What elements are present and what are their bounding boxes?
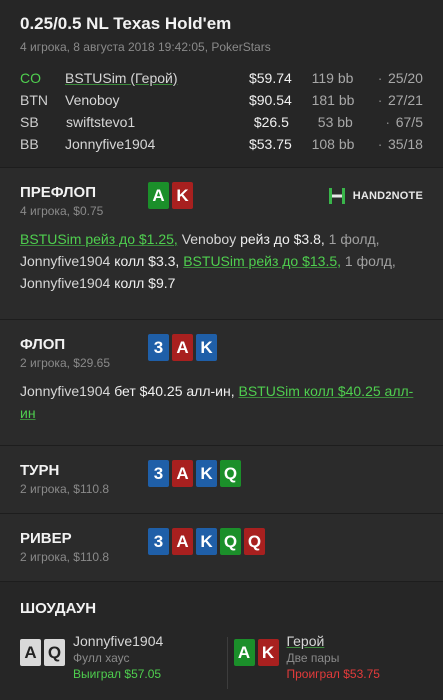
action-player: Jonnyfive1904 <box>20 383 111 399</box>
player-row: BTN Venoboy $90.54 181 bb · 27/21 <box>20 89 423 111</box>
action-text: колл $3.3, <box>114 253 180 269</box>
preflop-section: ПРЕФЛОП 4 игрока, $0.75 A K HAND2NOTE BS… <box>0 168 443 320</box>
hole-cards: A K <box>148 182 193 209</box>
card: A <box>148 182 169 209</box>
showdown-result: Выиграл $57.05 <box>73 667 162 681</box>
separator-dot: · <box>377 70 383 86</box>
card: Q <box>220 528 241 555</box>
hand2note-icon <box>328 188 345 204</box>
action-hero[interactable]: BSTUSim рейз до $1.25, <box>20 231 178 247</box>
player-position: SB <box>20 114 39 130</box>
card: Q <box>44 639 65 666</box>
hand2note-label: HAND2NOTE <box>352 190 423 202</box>
action-hero[interactable]: BSTUSim рейз до $13.5, <box>183 253 341 269</box>
separator-dot: · <box>377 136 383 152</box>
player-bb: 53 bb <box>317 114 353 130</box>
player-stats: 25/20 <box>387 70 423 86</box>
action-text: рейз до $3.8, <box>240 231 325 247</box>
preflop-actions: BSTUSim рейз до $1.25, Venoboy рейз до $… <box>0 218 443 308</box>
card: A <box>20 639 41 666</box>
card: K <box>196 528 217 555</box>
player-name-link[interactable]: BSTUSim (Герой) <box>65 70 249 86</box>
board-cards: 3 A K <box>148 334 217 361</box>
player-stats: 67/5 <box>395 114 423 130</box>
player-row: BB Jonnyfive1904 $53.75 108 bb · 35/18 <box>20 133 423 155</box>
card: 3 <box>148 460 169 487</box>
player-bb: 108 bb <box>311 136 355 152</box>
street-title: ПРЕФЛОП <box>20 184 96 201</box>
action-text: колл $9.7 <box>114 275 176 291</box>
showdown-hero: A K Герой Две пары Проиграл $53.75 <box>210 633 424 681</box>
action-fold: 1 фолд, <box>328 231 380 247</box>
street-meta: 2 игрока, $110.8 <box>20 550 110 564</box>
showdown-title: ШОУДАУН <box>20 600 97 617</box>
players-table: CO BSTUSim (Герой) $59.74 119 bb · 25/20… <box>20 67 423 155</box>
player-row: SB swiftstevo1 $26.5 53 bb · 67/5 <box>20 111 423 133</box>
card: K <box>196 334 217 361</box>
player-bb: 119 bb <box>311 70 354 86</box>
villain-cards: A Q <box>20 639 65 681</box>
street-title: РИВЕР <box>20 530 72 547</box>
flop-actions: Jonnyfive1904 бет $40.25 алл-ин, BSTUSim… <box>0 370 443 438</box>
action-fold: 1 фолд, <box>344 253 396 269</box>
player-bb: 181 bb <box>311 92 355 108</box>
player-position: CO <box>20 70 41 86</box>
separator-dot: · <box>377 92 383 108</box>
card: Q <box>244 528 265 555</box>
hand-header: 0.25/0.5 NL Texas Hold'em 4 игрока, 8 ав… <box>0 0 443 168</box>
game-title: 0.25/0.5 NL Texas Hold'em <box>20 14 232 33</box>
player-stats: 27/21 <box>387 92 423 108</box>
action-player: Jonnyfive1904 <box>20 253 111 269</box>
showdown-hero-name[interactable]: Герой <box>287 633 380 649</box>
showdown-hand: Фулл хаус <box>73 651 130 665</box>
street-meta: 2 игрока, $110.8 <box>20 482 110 496</box>
board-cards: 3 A K Q <box>148 460 241 487</box>
card: 3 <box>148 528 169 555</box>
flop-section: ФЛОП 2 игрока, $29.65 3 A K Jonnyfive190… <box>0 320 443 446</box>
card: K <box>172 182 193 209</box>
game-subtitle: 4 игрока, 8 августа 2018 19:42:05, Poker… <box>20 40 271 54</box>
card: A <box>172 460 193 487</box>
street-meta: 4 игрока, $0.75 <box>20 204 104 218</box>
showdown-section: ШОУДАУН A Q Jonnyfive1904 Фулл хаус Выиг… <box>0 582 443 700</box>
player-stack: $59.74 <box>248 70 292 86</box>
showdown-divider <box>227 637 228 689</box>
showdown-result: Проиграл $53.75 <box>286 667 380 681</box>
player-stack: $53.75 <box>248 136 292 152</box>
player-stack: $90.54 <box>248 92 292 108</box>
player-position: BTN <box>20 92 48 108</box>
street-meta: 2 игрока, $29.65 <box>20 356 110 370</box>
player-row: CO BSTUSim (Герой) $59.74 119 bb · 25/20 <box>20 67 423 89</box>
hand2note-logo[interactable]: HAND2NOTE <box>327 186 423 206</box>
card: A <box>172 528 193 555</box>
street-title: ФЛОП <box>20 336 66 353</box>
hero-cards: A K <box>233 639 279 681</box>
card: K <box>257 639 279 666</box>
player-name[interactable]: swiftstevo1 <box>66 114 254 130</box>
board-cards: 3 A K Q Q <box>148 528 265 555</box>
action-player: Jonnyfive1904 <box>20 275 111 291</box>
card: Q <box>220 460 241 487</box>
card: K <box>196 460 217 487</box>
player-position: BB <box>20 136 39 152</box>
street-title: ТУРН <box>20 462 60 479</box>
showdown-villain: A Q Jonnyfive1904 Фулл хаус Выиграл $57.… <box>20 633 210 681</box>
action-text: бет $40.25 алл-ин, <box>114 383 235 399</box>
player-name[interactable]: Venoboy <box>65 92 249 108</box>
card: 3 <box>148 334 169 361</box>
turn-section: ТУРН 2 игрока, $110.8 3 A K Q <box>0 446 443 514</box>
player-name[interactable]: Jonnyfive1904 <box>65 136 249 152</box>
separator-dot: · <box>385 114 391 130</box>
showdown-player-name: Jonnyfive1904 <box>73 633 164 649</box>
showdown-hand: Две пары <box>286 651 340 665</box>
card: A <box>172 334 193 361</box>
card: A <box>233 639 255 666</box>
player-stack: $26.5 <box>253 114 289 130</box>
river-section: РИВЕР 2 игрока, $110.8 3 A K Q Q <box>0 514 443 582</box>
action-player: Venoboy <box>181 231 237 247</box>
player-stats: 35/18 <box>387 136 423 152</box>
